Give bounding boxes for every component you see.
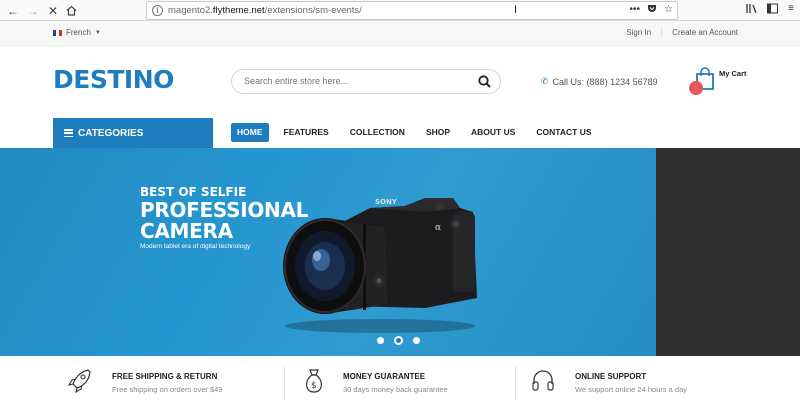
camera-image: SONY α xyxy=(283,198,477,333)
camera-model-text: α xyxy=(435,223,441,233)
camera-brand-text: SONY xyxy=(375,198,398,206)
features-bar: FREE SHIPPING & RETURN Free shipping on … xyxy=(0,356,800,402)
cart-count-badge xyxy=(689,81,703,95)
phone-icon: ✆ xyxy=(541,76,549,86)
address-bar[interactable]: i magento2.flytheme.net/extensions/sm-ev… xyxy=(146,1,678,20)
feature-free-shipping: FREE SHIPPING & RETURN Free shipping on … xyxy=(68,368,288,402)
feature-title: MONEY GUARANTEE xyxy=(343,372,426,381)
french-flag-icon xyxy=(53,29,62,36)
url-text: magento2.flytheme.net/extensions/sm-even… xyxy=(168,5,362,16)
back-arrow-icon[interactable]: ← xyxy=(5,3,21,18)
search-icon[interactable] xyxy=(478,75,491,88)
slider-pagination xyxy=(377,336,420,345)
svg-text:$: $ xyxy=(311,381,317,391)
hero-subtitle: BEST OF SELFIE xyxy=(140,185,247,199)
language-switcher[interactable]: French ▼ xyxy=(53,28,101,37)
slider-dot[interactable] xyxy=(413,337,420,344)
sign-in-link[interactable]: Sign In xyxy=(616,28,661,37)
main-navigation: HOME FEATURES COLLECTION SHOP ABOUT US C… xyxy=(231,123,607,142)
feature-online-support: ONLINE SUPPORT We support online 24 hour… xyxy=(531,368,761,402)
money-bag-icon: $ xyxy=(306,369,322,393)
sidebar-icon[interactable] xyxy=(767,3,779,17)
site-logo[interactable]: DESTINO xyxy=(53,66,174,94)
forward-arrow-icon[interactable]: → xyxy=(25,3,41,18)
side-banner xyxy=(656,148,800,356)
hero-caption: Modern tablet era of digital technology xyxy=(140,243,251,250)
nav-item-shop[interactable]: SHOP xyxy=(420,123,456,142)
divider xyxy=(515,366,516,400)
nav-item-collection[interactable]: COLLECTION xyxy=(344,123,411,142)
hamburger-icon xyxy=(64,129,73,137)
stop-loading-icon[interactable]: ✕ xyxy=(45,3,61,18)
nav-item-features[interactable]: FEATURES xyxy=(278,123,335,142)
browser-toolbar: ← → ✕ i magento2.flytheme.net/extensions… xyxy=(0,0,800,21)
hero-slider[interactable]: BEST OF SELFIE PROFESSIONAL CAMERA Moder… xyxy=(0,148,656,356)
nav-item-home[interactable]: HOME xyxy=(231,123,269,142)
feature-desc: Free shipping on orders over $49 xyxy=(112,385,223,394)
feature-desc: We support online 24 hours a day xyxy=(575,385,688,394)
call-us-text: Call Us: (888) 1234 56789 xyxy=(552,76,658,87)
search-input[interactable] xyxy=(244,76,464,86)
menu-icon[interactable]: ≡ xyxy=(788,3,794,17)
nav-item-about-us[interactable]: ABOUT US xyxy=(465,123,521,142)
bookmark-star-icon[interactable]: ☆ xyxy=(664,4,673,17)
categories-label: CATEGORIES xyxy=(78,127,144,139)
pocket-icon[interactable] xyxy=(647,4,657,17)
page-actions-icon[interactable]: ••• xyxy=(630,4,641,17)
top-links-bar: French ▼ Sign In Create an Account xyxy=(0,21,800,46)
language-label: French xyxy=(66,28,91,37)
feature-title: FREE SHIPPING & RETURN xyxy=(112,372,218,381)
chevron-down-icon: ▼ xyxy=(94,29,101,36)
slider-dot[interactable] xyxy=(377,337,384,344)
home-icon[interactable] xyxy=(63,3,79,18)
text-cursor-icon: I xyxy=(514,4,518,16)
feature-title: ONLINE SUPPORT xyxy=(575,372,647,381)
library-icon[interactable] xyxy=(746,3,757,17)
search-box xyxy=(231,69,501,94)
categories-button[interactable]: CATEGORIES xyxy=(53,118,213,148)
site-info-icon[interactable]: i xyxy=(152,5,163,16)
cart-label: My Cart xyxy=(719,69,747,78)
rocket-icon xyxy=(68,369,91,394)
feature-money-guarantee: $ MONEY GUARANTEE 30 days money back gua… xyxy=(302,368,512,402)
slider-dot-active[interactable] xyxy=(394,336,403,345)
call-us: ✆ Call Us: (888) 1234 56789 xyxy=(541,76,658,87)
divider xyxy=(284,366,285,400)
feature-desc: 30 days money back guarantee xyxy=(343,385,448,394)
headphones-icon xyxy=(532,370,554,391)
nav-item-contact-us[interactable]: CONTACT US xyxy=(530,123,597,142)
create-account-link[interactable]: Create an Account xyxy=(661,28,748,37)
mini-cart[interactable]: My Cart xyxy=(689,67,755,97)
